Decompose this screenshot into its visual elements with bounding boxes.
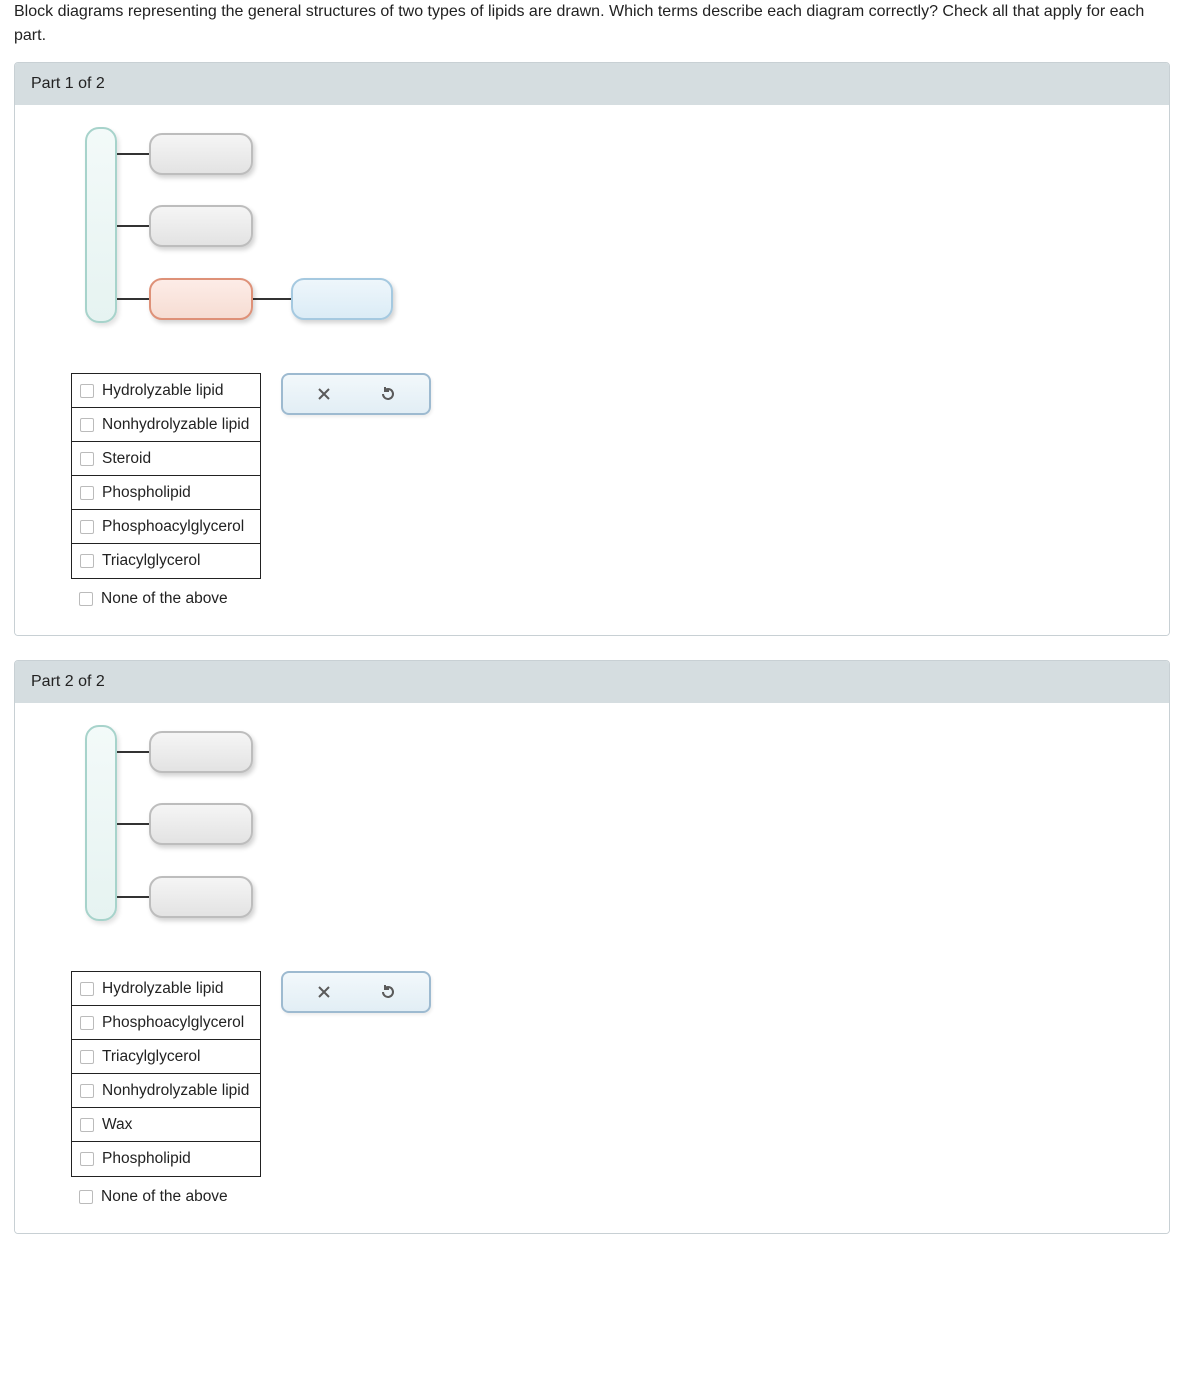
part-2-options: Hydrolyzable lipid Phosphoacylglycerol T… xyxy=(71,971,261,1177)
connector xyxy=(253,298,291,300)
headgroup-block xyxy=(291,278,393,320)
option-row[interactable]: Phospholipid xyxy=(72,476,260,510)
connector xyxy=(117,823,149,825)
clear-icon[interactable] xyxy=(315,983,333,1001)
option-checkbox[interactable] xyxy=(80,1152,94,1166)
option-checkbox[interactable] xyxy=(80,554,94,568)
fatty-acid-block xyxy=(149,803,253,845)
part-2-body: Hydrolyzable lipid Phosphoacylglycerol T… xyxy=(15,703,1169,1233)
option-row[interactable]: Hydrolyzable lipid xyxy=(72,374,260,408)
option-row[interactable]: Nonhydrolyzable lipid xyxy=(72,1074,260,1108)
connector xyxy=(117,896,149,898)
part-1-diagram xyxy=(71,123,451,333)
part-2-header: Part 2 of 2 xyxy=(15,661,1169,703)
question-text: Block diagrams representing the general … xyxy=(14,0,1170,48)
option-checkbox[interactable] xyxy=(80,1118,94,1132)
option-label: Hydrolyzable lipid xyxy=(102,979,223,998)
option-checkbox[interactable] xyxy=(80,384,94,398)
glycerol-backbone xyxy=(85,725,117,921)
option-row[interactable]: Triacylglycerol xyxy=(72,544,260,578)
option-checkbox[interactable] xyxy=(79,1190,93,1204)
option-label: Hydrolyzable lipid xyxy=(102,381,223,400)
option-checkbox[interactable] xyxy=(80,1050,94,1064)
connector xyxy=(117,225,149,227)
clear-icon[interactable] xyxy=(315,385,333,403)
option-row[interactable]: Hydrolyzable lipid xyxy=(72,972,260,1006)
option-label: Wax xyxy=(102,1115,132,1134)
part-2-diagram xyxy=(71,721,451,931)
fatty-acid-block xyxy=(149,876,253,918)
phosphate-block xyxy=(149,278,253,320)
part-1-options: Hydrolyzable lipid Nonhydrolyzable lipid… xyxy=(71,373,261,579)
part-1-body: Hydrolyzable lipid Nonhydrolyzable lipid… xyxy=(15,105,1169,635)
option-row[interactable]: Nonhydrolyzable lipid xyxy=(72,408,260,442)
reset-icon[interactable] xyxy=(379,983,397,1001)
option-label: Phosphoacylglycerol xyxy=(102,517,244,536)
fatty-acid-block xyxy=(149,133,253,175)
connector xyxy=(117,153,149,155)
option-checkbox[interactable] xyxy=(80,1016,94,1030)
option-checkbox[interactable] xyxy=(80,982,94,996)
option-checkbox[interactable] xyxy=(80,520,94,534)
option-label: Phospholipid xyxy=(102,483,191,502)
part-1-header: Part 1 of 2 xyxy=(15,63,1169,105)
option-checkbox[interactable] xyxy=(80,452,94,466)
option-label: Nonhydrolyzable lipid xyxy=(102,415,249,434)
option-checkbox[interactable] xyxy=(80,1084,94,1098)
option-row[interactable]: Wax xyxy=(72,1108,260,1142)
option-label: Triacylglycerol xyxy=(102,1047,200,1066)
option-label: Triacylglycerol xyxy=(102,551,200,570)
connector xyxy=(117,298,149,300)
option-checkbox[interactable] xyxy=(80,486,94,500)
part-2-action-panel xyxy=(281,971,431,1013)
option-row-none[interactable]: None of the above xyxy=(71,1177,261,1211)
option-label: Steroid xyxy=(102,449,151,468)
option-row[interactable]: Steroid xyxy=(72,442,260,476)
part-1-container: Part 1 of 2 Hydrolyzable lipid xyxy=(14,62,1170,636)
fatty-acid-block xyxy=(149,731,253,773)
connector xyxy=(117,751,149,753)
option-label: None of the above xyxy=(101,1187,228,1206)
option-label: Nonhydrolyzable lipid xyxy=(102,1081,249,1100)
option-row[interactable]: Phosphoacylglycerol xyxy=(72,510,260,544)
fatty-acid-block xyxy=(149,205,253,247)
part-1-action-panel xyxy=(281,373,431,415)
glycerol-backbone xyxy=(85,127,117,323)
reset-icon[interactable] xyxy=(379,385,397,403)
option-row[interactable]: Phospholipid xyxy=(72,1142,260,1176)
option-row[interactable]: Phosphoacylglycerol xyxy=(72,1006,260,1040)
option-checkbox[interactable] xyxy=(79,592,93,606)
option-label: Phospholipid xyxy=(102,1149,191,1168)
option-row[interactable]: Triacylglycerol xyxy=(72,1040,260,1074)
option-row-none[interactable]: None of the above xyxy=(71,579,261,613)
option-label: Phosphoacylglycerol xyxy=(102,1013,244,1032)
option-label: None of the above xyxy=(101,589,228,608)
part-2-container: Part 2 of 2 Hydrolyzable lipid P xyxy=(14,660,1170,1234)
option-checkbox[interactable] xyxy=(80,418,94,432)
